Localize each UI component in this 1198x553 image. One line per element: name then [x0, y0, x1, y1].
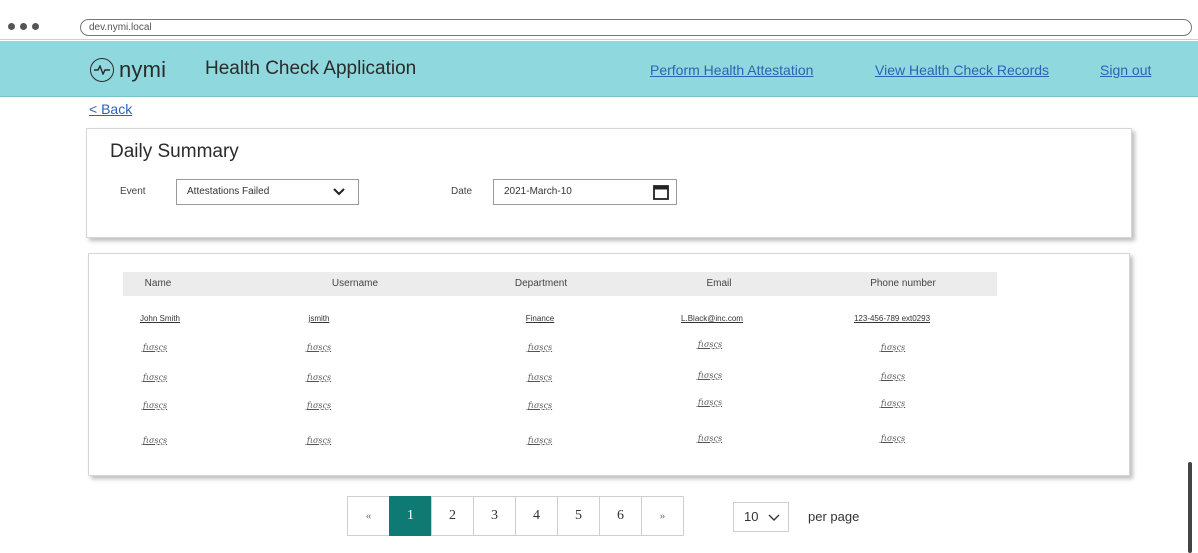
cell-username[interactable]: ƒισșςș — [289, 373, 349, 382]
daily-summary-panel: Daily Summary Event Attestations Failed … — [86, 128, 1132, 238]
logo-text: nymi — [119, 57, 167, 82]
pagination-page-4[interactable]: 4 — [515, 496, 558, 536]
vertical-scrollbar[interactable] — [1188, 462, 1192, 553]
column-header-name: Name — [144, 278, 172, 289]
pagination-last-button[interactable]: » — [641, 496, 684, 536]
pagination-page-2[interactable]: 2 — [431, 496, 474, 536]
back-link[interactable]: < Back — [89, 101, 132, 117]
address-bar[interactable]: dev.nymi.local — [80, 19, 1192, 36]
pagination-first-button[interactable]: « — [347, 496, 390, 536]
event-select[interactable]: Attestations Failed — [176, 179, 359, 205]
pagination: « 1 2 3 4 5 6 » — [347, 496, 684, 536]
cell-username[interactable]: ƒισșςș — [289, 436, 349, 445]
nymi-logo: nymi — [90, 57, 166, 83]
cell-email[interactable]: ƒισșςș — [675, 398, 745, 407]
browser-chrome: dev.nymi.local — [0, 0, 1198, 40]
cell-department[interactable]: ƒισșςș — [505, 401, 575, 410]
cell-name[interactable]: ƒισșςș — [125, 436, 185, 445]
cell-phone-number[interactable]: ƒισșςș — [863, 434, 923, 443]
cell-name[interactable]: ƒισșςș — [125, 401, 185, 410]
event-select-value: Attestations Failed — [187, 186, 270, 197]
nav-view-health-check-records[interactable]: View Health Check Records — [875, 62, 1049, 78]
nav-sign-out[interactable]: Sign out — [1100, 62, 1151, 78]
cell-phone-number[interactable]: ƒισșςș — [863, 372, 923, 381]
cell-email[interactable]: L.Black@inc.com — [667, 314, 757, 323]
cell-username[interactable]: jsmith — [289, 314, 349, 323]
cell-email[interactable]: ƒισșςș — [675, 371, 745, 380]
per-page-select[interactable]: 10 — [733, 502, 789, 532]
cell-department[interactable]: ƒισșςș — [505, 343, 575, 352]
cell-department[interactable]: Finance — [505, 314, 575, 323]
column-header-username: Username — [331, 278, 379, 289]
cell-name[interactable]: John Smith — [125, 314, 195, 323]
pagination-page-6[interactable]: 6 — [599, 496, 642, 536]
pagination-page-5[interactable]: 5 — [557, 496, 600, 536]
column-header-email: Email — [706, 278, 732, 289]
per-page-value: 10 — [744, 509, 759, 524]
column-header-department: Department — [514, 278, 568, 289]
per-page-label: per page — [808, 509, 860, 524]
records-panel: Name Username Department Email Phone num… — [88, 253, 1130, 476]
calendar-icon[interactable] — [652, 183, 670, 211]
table-header: Name Username Department Email Phone num… — [123, 272, 997, 296]
window-dot-close[interactable] — [8, 23, 15, 30]
app-header: nymi Health Check Application Perform He… — [0, 41, 1198, 97]
app-title: Health Check Application — [205, 58, 417, 79]
cell-username[interactable]: ƒισșςș — [289, 401, 349, 410]
cell-phone-number[interactable]: ƒισșςș — [863, 343, 923, 352]
cell-name[interactable]: ƒισșςș — [125, 373, 185, 382]
cell-department[interactable]: ƒισșςș — [505, 373, 575, 382]
cell-email[interactable]: ƒισșςș — [675, 434, 745, 443]
cell-phone-number[interactable]: 123-456-789 ext0293 — [837, 314, 947, 323]
cell-department[interactable]: ƒισșςș — [505, 436, 575, 445]
date-label: Date — [451, 186, 473, 197]
date-value: 2021-March-10 — [504, 186, 572, 197]
cell-name[interactable]: ƒισșςș — [125, 343, 185, 352]
nav-perform-health-attestation[interactable]: Perform Health Attestation — [650, 62, 813, 78]
pagination-page-3[interactable]: 3 — [473, 496, 516, 536]
logo-pulse-icon — [90, 58, 114, 82]
window-controls — [8, 23, 39, 30]
chevron-down-icon — [768, 504, 780, 540]
summary-title: Daily Summary — [110, 141, 239, 162]
cell-phone-number[interactable]: ƒισșςș — [863, 399, 923, 408]
column-header-phone-number: Phone number — [870, 278, 936, 289]
date-picker[interactable]: 2021-March-10 — [493, 179, 677, 205]
chevron-down-icon — [332, 182, 346, 212]
window-dot-maximize[interactable] — [32, 23, 39, 30]
cell-username[interactable]: ƒισșςș — [289, 343, 349, 352]
window-dot-minimize[interactable] — [20, 23, 27, 30]
pagination-page-1[interactable]: 1 — [389, 496, 432, 536]
cell-email[interactable]: ƒισșςș — [675, 340, 745, 349]
event-label: Event — [120, 186, 146, 197]
